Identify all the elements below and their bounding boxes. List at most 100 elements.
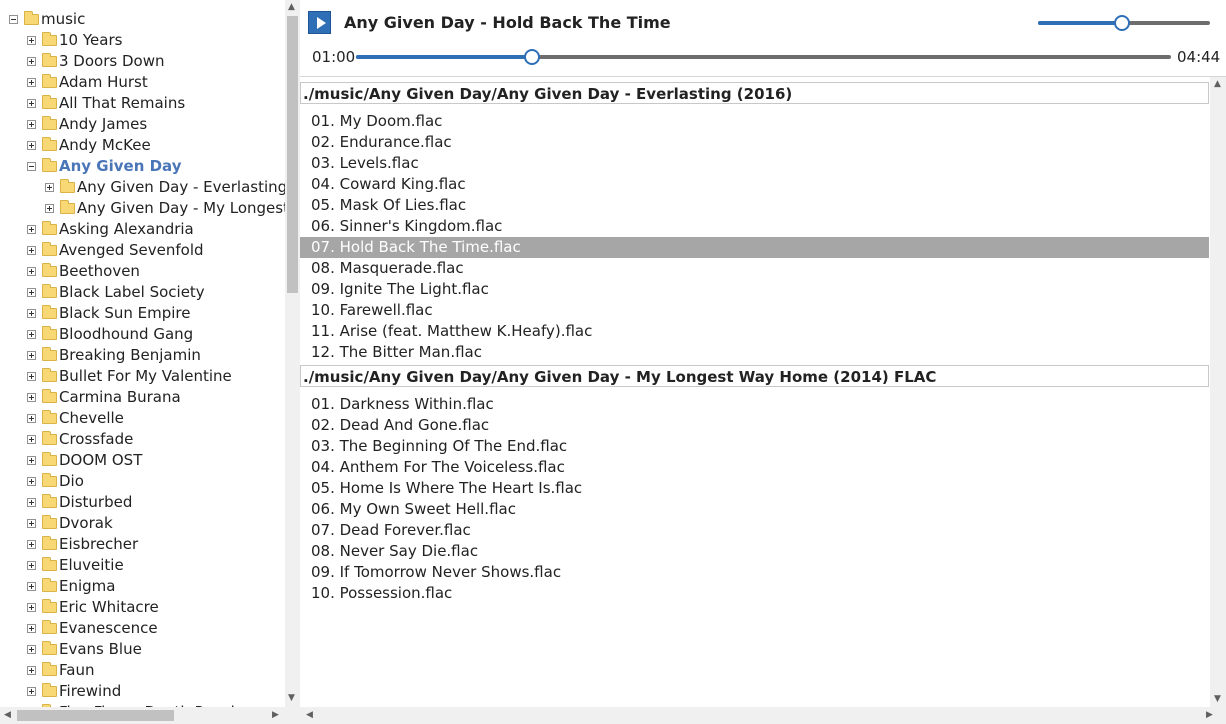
expand-icon[interactable] (27, 582, 36, 591)
tree-folder-item[interactable]: Disturbed (27, 492, 132, 513)
expand-icon[interactable] (27, 330, 36, 339)
tree-folder-item[interactable]: Bullet For My Valentine (27, 366, 232, 387)
expand-icon[interactable] (45, 204, 54, 213)
track-row[interactable]: 10. Farewell.flac (300, 300, 1209, 321)
tree-horizontal-scrollbar[interactable]: ◀ ▶ (0, 707, 285, 724)
seek-slider-thumb[interactable] (524, 49, 541, 65)
expand-icon[interactable] (27, 687, 36, 696)
tree-folder-item[interactable]: DOOM OST (27, 450, 142, 471)
album-header[interactable]: ./music/Any Given Day/Any Given Day - My… (300, 365, 1209, 387)
expand-icon[interactable] (27, 666, 36, 675)
expand-icon[interactable] (27, 57, 36, 66)
collapse-icon[interactable] (9, 15, 18, 24)
track-row[interactable]: 06. Sinner's Kingdom.flac (300, 216, 1209, 237)
expand-icon[interactable] (27, 456, 36, 465)
tree-vertical-scrollbar[interactable]: ▲ ▼ (285, 0, 300, 707)
tree-folder-item[interactable]: Firewind (27, 681, 121, 702)
tree-subfolder-item[interactable]: Any Given Day - Everlasting (2 (45, 177, 285, 198)
tree-folder-item[interactable]: Adam Hurst (27, 72, 148, 93)
playlist-vertical-scrollbar[interactable]: ▲ ▼ (1210, 77, 1226, 707)
tree-folder-item[interactable]: All That Remains (27, 93, 185, 114)
collapse-icon[interactable] (27, 162, 36, 171)
expand-icon[interactable] (27, 561, 36, 570)
track-row[interactable]: 12. The Bitter Man.flac (300, 342, 1209, 363)
tree-folder-item[interactable]: Eisbrecher (27, 534, 138, 555)
expand-icon[interactable] (27, 288, 36, 297)
tree-folder-item[interactable]: Andy McKee (27, 135, 151, 156)
track-row[interactable]: 09. Ignite The Light.flac (300, 279, 1209, 300)
tree-folder-item[interactable]: 10 Years (27, 30, 122, 51)
tree-folder-item[interactable]: Black Label Society (27, 282, 205, 303)
tree-folder-item[interactable]: Carmina Burana (27, 387, 181, 408)
expand-icon[interactable] (45, 183, 54, 192)
track-row[interactable]: 06. My Own Sweet Hell.flac (300, 499, 1209, 520)
tree-folder-item[interactable]: Eric Whitacre (27, 597, 159, 618)
scroll-down-arrow-icon[interactable]: ▼ (1214, 695, 1221, 704)
tree-folder-item[interactable]: 3 Doors Down (27, 51, 164, 72)
tree-folder-item[interactable]: Andy James (27, 114, 147, 135)
tree-folder-item[interactable]: Enigma (27, 576, 115, 597)
expand-icon[interactable] (27, 414, 36, 423)
track-row[interactable]: 09. If Tomorrow Never Shows.flac (300, 562, 1209, 583)
scroll-up-arrow-icon[interactable]: ▲ (288, 3, 295, 12)
expand-icon[interactable] (27, 477, 36, 486)
expand-icon[interactable] (27, 372, 36, 381)
track-row[interactable]: 08. Masquerade.flac (300, 258, 1209, 279)
track-row-playing[interactable]: 07. Hold Back The Time.flac (300, 237, 1209, 258)
track-row[interactable]: 08. Never Say Die.flac (300, 541, 1209, 562)
expand-icon[interactable] (27, 141, 36, 150)
expand-icon[interactable] (27, 624, 36, 633)
scroll-down-arrow-icon[interactable]: ▼ (288, 694, 295, 703)
playlist-horizontal-scrollbar[interactable]: ◀ ▶ (300, 707, 1226, 724)
tree-folder-item[interactable]: Dio (27, 471, 84, 492)
track-row[interactable]: 02. Endurance.flac (300, 132, 1209, 153)
expand-icon[interactable] (27, 309, 36, 318)
expand-icon[interactable] (27, 267, 36, 276)
expand-icon[interactable] (27, 36, 36, 45)
scroll-left-arrow-icon[interactable]: ◀ (4, 711, 11, 720)
track-row[interactable]: 05. Home Is Where The Heart Is.flac (300, 478, 1209, 499)
expand-icon[interactable] (27, 519, 36, 528)
volume-slider-thumb[interactable] (1113, 15, 1130, 31)
expand-icon[interactable] (27, 351, 36, 360)
track-row[interactable]: 03. Levels.flac (300, 153, 1209, 174)
expand-icon[interactable] (27, 78, 36, 87)
tree-scroll-thumb[interactable] (287, 16, 298, 293)
tree-folder-item[interactable]: Crossfade (27, 429, 133, 450)
track-row[interactable]: 11. Arise (feat. Matthew K.Heafy).flac (300, 321, 1209, 342)
expand-icon[interactable] (27, 246, 36, 255)
folder-tree[interactable]: music 10 Years 3 Doors Down Adam Hurst All … (0, 0, 285, 707)
scroll-right-arrow-icon[interactable]: ▶ (272, 711, 279, 720)
expand-icon[interactable] (27, 540, 36, 549)
tree-hscroll-thumb[interactable] (17, 710, 174, 721)
play-icon[interactable] (308, 11, 331, 34)
track-row[interactable]: 05. Mask Of Lies.flac (300, 195, 1209, 216)
expand-icon[interactable] (27, 225, 36, 234)
playlist[interactable]: ./music/Any Given Day/Any Given Day - Ev… (300, 77, 1210, 707)
expand-icon[interactable] (27, 603, 36, 612)
expand-icon[interactable] (27, 120, 36, 129)
track-row[interactable]: 02. Dead And Gone.flac (300, 415, 1209, 436)
scroll-right-arrow-icon[interactable]: ▶ (1206, 711, 1213, 720)
tree-folder-item[interactable]: Evanescence (27, 618, 158, 639)
tree-root[interactable]: music (9, 9, 85, 30)
tree-folder-item[interactable]: Black Sun Empire (27, 303, 191, 324)
tree-subfolder-item[interactable]: Any Given Day - My Longest W (45, 198, 285, 219)
track-row[interactable]: 01. My Doom.flac (300, 111, 1209, 132)
tree-folder-item[interactable]: Evans Blue (27, 639, 142, 660)
expand-icon[interactable] (27, 435, 36, 444)
tree-folder-item[interactable]: Any Given Day (27, 156, 181, 177)
expand-icon[interactable] (27, 99, 36, 108)
expand-icon[interactable] (27, 393, 36, 402)
tree-folder-item[interactable]: Chevelle (27, 408, 124, 429)
scroll-up-arrow-icon[interactable]: ▲ (1214, 80, 1221, 89)
tree-folder-item[interactable]: Avenged Sevenfold (27, 240, 204, 261)
tree-folder-item[interactable]: Asking Alexandria (27, 219, 194, 240)
tree-folder-item[interactable]: Breaking Benjamin (27, 345, 201, 366)
track-row[interactable]: 07. Dead Forever.flac (300, 520, 1209, 541)
tree-folder-item[interactable]: Eluveitie (27, 555, 124, 576)
tree-folder-item[interactable]: Faun (27, 660, 94, 681)
tree-folder-item[interactable]: Dvorak (27, 513, 113, 534)
tree-folder-item[interactable]: Beethoven (27, 261, 140, 282)
track-row[interactable]: 04. Anthem For The Voiceless.flac (300, 457, 1209, 478)
